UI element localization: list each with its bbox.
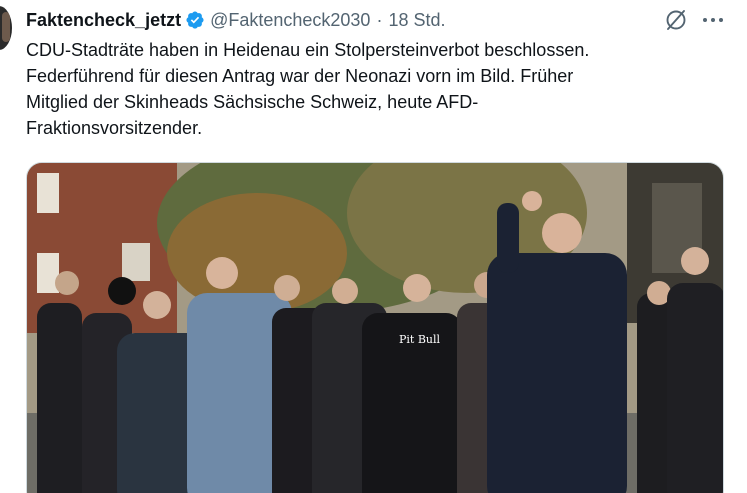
tweet-header: Faktencheck_jetzt @Faktencheck2030 · 18 … [26, 6, 446, 34]
photo-shirt-text: Pit Bull [399, 333, 441, 346]
photo-scene: Pit Bull [27, 163, 723, 493]
avatar[interactable] [0, 6, 12, 50]
author-display-name[interactable]: Faktencheck_jetzt [26, 10, 181, 31]
grok-icon[interactable] [664, 8, 688, 32]
more-icon[interactable] [698, 8, 728, 32]
tweet-text: CDU-Stadträte haben in Heidenau ein Stol… [26, 37, 726, 141]
tweet-text-line: Federführend für diesen Antrag war der N… [26, 66, 574, 86]
separator-dot: · [376, 9, 383, 30]
author-handle[interactable]: @Faktencheck2030 [210, 10, 370, 31]
verified-badge-icon [185, 10, 205, 30]
tweet-text-line: Fraktionsvorsitzender. [26, 118, 203, 138]
tweet-photo[interactable]: Pit Bull [26, 162, 724, 493]
timestamp[interactable]: 18 Std. [388, 10, 445, 31]
tweet-text-line: Mitglied der Skinheads Sächsische Schwei… [26, 92, 479, 112]
tweet-text-line: CDU-Stadträte haben in Heidenau ein Stol… [26, 40, 590, 60]
